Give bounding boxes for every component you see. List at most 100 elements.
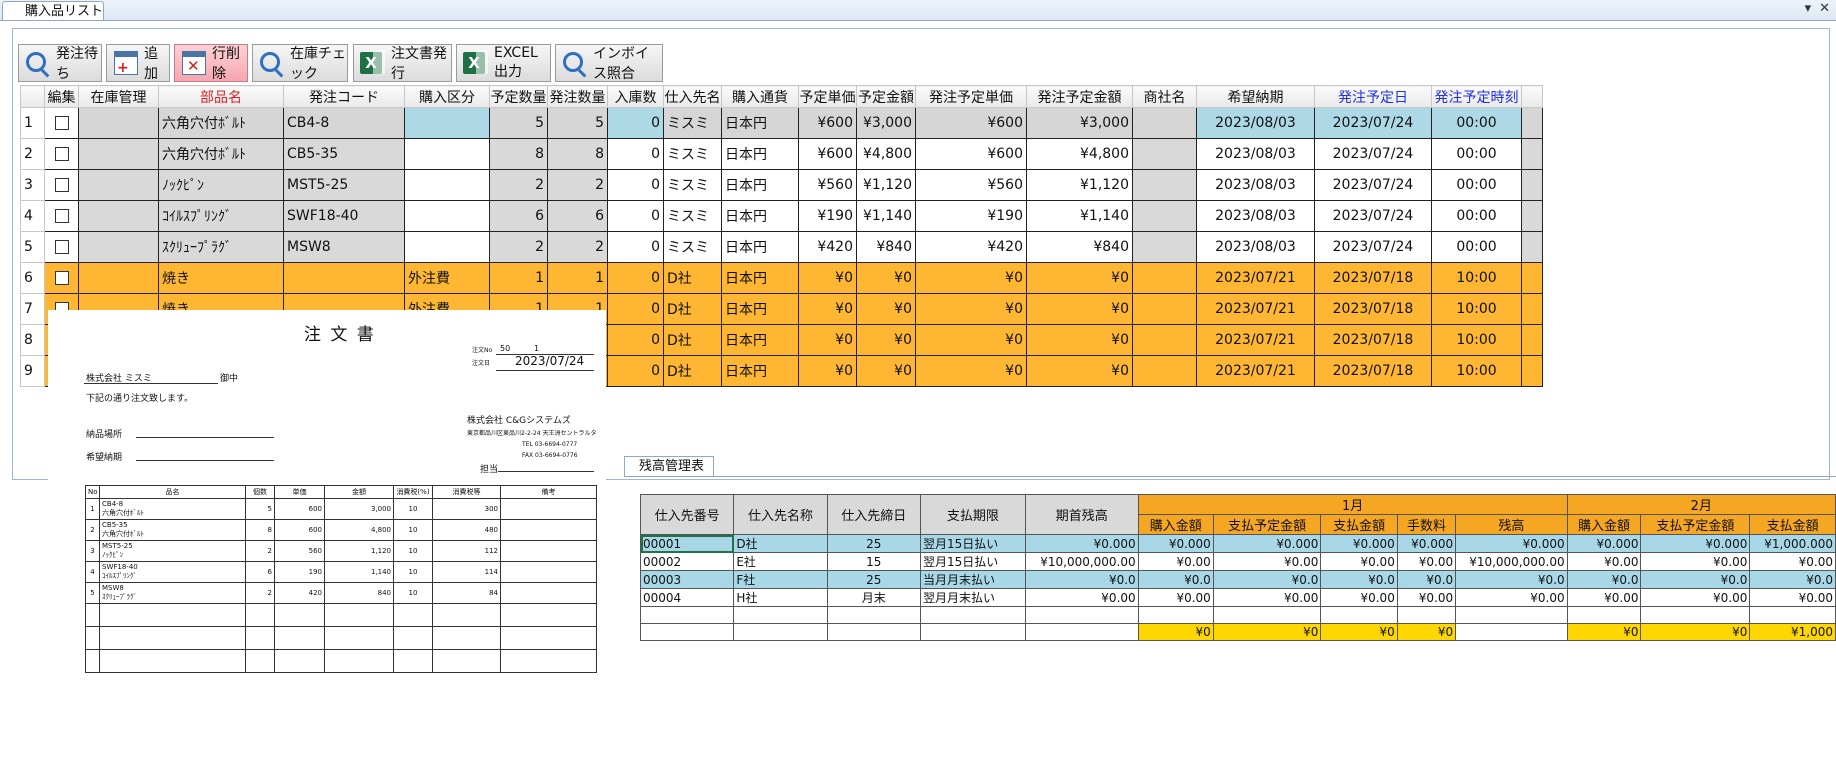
bal-m2-value[interactable]: ¥0.00 — [1749, 552, 1836, 571]
bal-m1-value[interactable]: ¥0.000 — [1320, 534, 1398, 553]
cell-part[interactable]: 六角穴付ﾎﾞﾙﾄ — [158, 107, 284, 139]
cell-order-qty[interactable]: 2 — [547, 231, 608, 263]
cell-currency[interactable]: 日本円 — [721, 231, 799, 263]
cell-order-date[interactable]: 2023/07/18 — [1314, 324, 1432, 356]
cell-order-time[interactable]: 00:00 — [1431, 107, 1522, 139]
cell-due[interactable]: 2023/08/03 — [1196, 169, 1315, 201]
excel-export-button[interactable]: X EXCEL出力 — [456, 44, 551, 82]
cell-order-time[interactable]: 00:00 — [1431, 200, 1522, 232]
bal-m1-value[interactable]: ¥0.000 — [1396, 534, 1457, 553]
cell-recv[interactable]: 0 — [607, 324, 664, 356]
bal-payment-term[interactable]: 当月月末払い — [919, 570, 1026, 589]
bal-close-day[interactable]: 25 — [826, 534, 921, 553]
bal-close-day[interactable]: 15 — [826, 552, 921, 571]
col-header[interactable]: 購入区分 — [404, 85, 490, 108]
bal-m2-value[interactable]: ¥0.0 — [1640, 570, 1751, 589]
cell-order-qty[interactable]: 1 — [547, 262, 608, 294]
bal-m2-value[interactable]: ¥0.000 — [1640, 534, 1751, 553]
cell-plan-price[interactable]: ¥600 — [798, 107, 857, 139]
cell-recv[interactable]: 0 — [607, 355, 664, 387]
bal-m2-value[interactable]: ¥0.00 — [1640, 588, 1751, 607]
cell-order-time[interactable]: 10:00 — [1431, 355, 1522, 387]
cell-order-amount[interactable]: ¥1,140 — [1026, 200, 1133, 232]
col-header[interactable]: 仕入先名 — [663, 85, 722, 108]
cell-part[interactable]: 焼き — [158, 262, 284, 294]
cell-trader[interactable] — [1132, 200, 1197, 232]
row-number[interactable]: 1 — [20, 107, 45, 139]
cell-trader[interactable] — [1132, 293, 1197, 325]
bal-m2-value[interactable]: ¥0.00 — [1640, 552, 1751, 571]
cell-due[interactable]: 2023/07/21 — [1196, 293, 1315, 325]
delete-row-button[interactable]: ✕ 行削除 — [174, 44, 248, 82]
cell-supplier[interactable]: D社 — [663, 262, 722, 294]
col-header[interactable]: 在庫管理 — [78, 85, 159, 108]
cell-order-date[interactable]: 2023/07/24 — [1314, 138, 1432, 170]
cell-trader[interactable] — [1132, 262, 1197, 294]
cell-recv[interactable]: 0 — [607, 200, 664, 232]
stock-check-button[interactable]: 在庫チェック — [252, 44, 348, 82]
stock-cell[interactable] — [78, 107, 159, 139]
cell-due[interactable]: 2023/07/21 — [1196, 324, 1315, 356]
cell-order-price[interactable]: ¥420 — [915, 231, 1027, 263]
bal-m1-value[interactable]: ¥0.0 — [1320, 570, 1398, 589]
cell-order-time[interactable]: 00:00 — [1431, 169, 1522, 201]
cell-order-time[interactable]: 10:00 — [1431, 324, 1522, 356]
cell-order-amount[interactable]: ¥0 — [1026, 293, 1133, 325]
bal-m2-value[interactable]: ¥0.00 — [1566, 588, 1642, 607]
cell-plan-amount[interactable]: ¥1,140 — [856, 200, 916, 232]
dropdown-icon[interactable]: ▾ — [1805, 1, 1812, 16]
bal-m1-value[interactable]: ¥0.00 — [1320, 588, 1398, 607]
stock-cell[interactable] — [78, 200, 159, 232]
row-number[interactable]: 3 — [20, 169, 45, 201]
bal-m2-value[interactable]: ¥0.0 — [1566, 570, 1642, 589]
cell-order-price[interactable]: ¥0 — [915, 324, 1027, 356]
cell-trader[interactable] — [1132, 138, 1197, 170]
col-header[interactable]: 発注予定時刻 — [1431, 85, 1522, 108]
bal-supplier-name[interactable]: D社 — [733, 534, 828, 553]
row-number[interactable]: 4 — [20, 200, 45, 232]
edit-cell[interactable] — [44, 169, 79, 201]
invoice-match-button[interactable]: インボイス照合 — [555, 44, 663, 82]
cell-order-date[interactable]: 2023/07/24 — [1314, 169, 1432, 201]
cell-trader[interactable] — [1132, 107, 1197, 139]
cell-supplier[interactable]: ミスミ — [663, 169, 722, 201]
close-icon[interactable]: ✕ — [1819, 1, 1830, 16]
edit-cell[interactable] — [44, 200, 79, 232]
bal-m2-value[interactable]: ¥0.0 — [1749, 570, 1836, 589]
cell-part[interactable]: ﾉｯｸﾋﾟﾝ — [158, 169, 284, 201]
cell-kubun[interactable] — [404, 138, 490, 170]
col-header[interactable]: 入庫数 — [607, 85, 664, 108]
balance-row[interactable]: 00003 F社 25 当月月末払い ¥0.0 ¥0.0 ¥0.0 ¥0.0 ¥0.0 ¥0.0 ¥… — [639, 570, 1836, 589]
bal-supplier-id[interactable]: 00003 — [639, 570, 735, 589]
cell-recv[interactable]: 0 — [607, 107, 664, 139]
balance-row[interactable]: 00002 E社 15 翌月15日払い ¥10,000,000.00 ¥0.00 ¥0.00… — [639, 552, 1836, 571]
cell-plan-price[interactable]: ¥560 — [798, 169, 857, 201]
cell-plan-amount[interactable]: ¥0 — [856, 324, 916, 356]
cell-code[interactable]: CB5-35 — [283, 138, 405, 170]
grid-row[interactable]: 2 六角穴付ﾎﾞﾙﾄ CB5-35 8 8 0 ミスミ 日本円 ¥600 ¥4,800 ¥600 ¥4… — [20, 138, 1543, 170]
cell-order-amount[interactable]: ¥0 — [1026, 355, 1133, 387]
cell-order-amount[interactable]: ¥3,000 — [1026, 107, 1133, 139]
cell-order-price[interactable]: ¥0 — [915, 262, 1027, 294]
cell-currency[interactable]: 日本円 — [721, 138, 799, 170]
cell-code[interactable]: SWF18-40 — [283, 200, 405, 232]
col-header[interactable]: 部品名 — [158, 85, 284, 108]
bal-m1-value[interactable]: ¥0.0 — [1212, 570, 1322, 589]
bal-payment-term[interactable]: 翌月15日払い — [919, 534, 1026, 553]
cell-supplier[interactable]: D社 — [663, 355, 722, 387]
cell-due[interactable]: 2023/08/03 — [1196, 200, 1315, 232]
cell-order-time[interactable]: 10:00 — [1431, 293, 1522, 325]
row-number[interactable]: 8 — [20, 324, 45, 356]
grid-row[interactable]: 1 六角穴付ﾎﾞﾙﾄ CB4-8 5 5 0 ミスミ 日本円 ¥600 ¥3,000 ¥600 ¥3,… — [20, 107, 1543, 139]
bal-m1-value[interactable]: ¥0.00 — [1212, 552, 1322, 571]
edit-checkbox[interactable] — [54, 240, 69, 254]
cell-plan-amount[interactable]: ¥0 — [856, 355, 916, 387]
cell-trader[interactable] — [1132, 324, 1197, 356]
cell-order-date[interactable]: 2023/07/18 — [1314, 355, 1432, 387]
stock-cell[interactable] — [78, 138, 159, 170]
bal-m1-value[interactable]: ¥0.000 — [1137, 534, 1214, 553]
cell-order-date[interactable]: 2023/07/24 — [1314, 107, 1432, 139]
cell-supplier[interactable]: ミスミ — [663, 231, 722, 263]
cell-order-amount[interactable]: ¥0 — [1026, 262, 1133, 294]
cell-recv[interactable]: 0 — [607, 231, 664, 263]
